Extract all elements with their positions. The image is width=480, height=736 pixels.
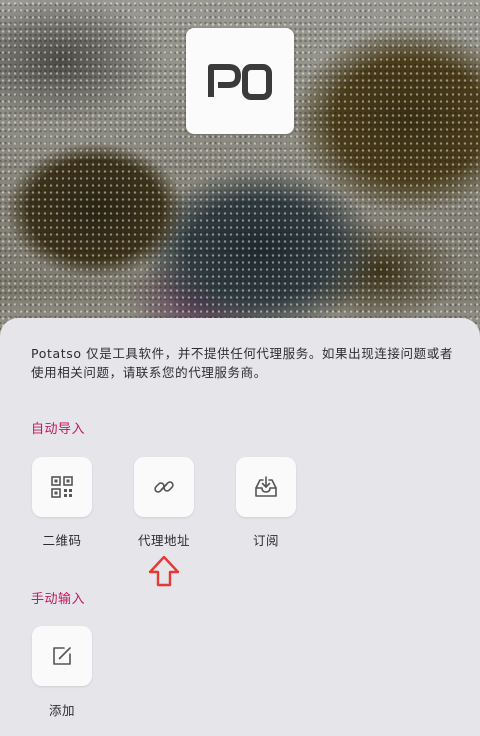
subscribe-label: 订阅 bbox=[252, 533, 279, 548]
proxy-url-button[interactable] bbox=[134, 457, 194, 517]
subscribe-download-icon bbox=[255, 476, 277, 497]
qr-code-button[interactable] bbox=[32, 457, 92, 517]
app-logo bbox=[186, 28, 294, 134]
app-logo-mark bbox=[208, 64, 272, 100]
subscribe-button[interactable] bbox=[236, 457, 296, 517]
qr-code-icon bbox=[51, 476, 73, 498]
link-icon bbox=[154, 481, 174, 493]
edit-icon bbox=[53, 647, 71, 665]
up-arrow-icon bbox=[148, 555, 180, 587]
disclaimer-text: Potatso 仅是工具软件，并不提供任何代理服务。如果出现连接问题或者使用相关… bbox=[31, 346, 453, 380]
add-label: 添加 bbox=[48, 703, 75, 718]
manual-input-title: 手动输入 bbox=[31, 592, 86, 607]
proxy-url-label: 代理地址 bbox=[137, 533, 190, 548]
add-button[interactable] bbox=[32, 626, 92, 686]
qr-code-label: 二维码 bbox=[42, 533, 82, 548]
auto-import-title: 自动导入 bbox=[31, 422, 86, 437]
